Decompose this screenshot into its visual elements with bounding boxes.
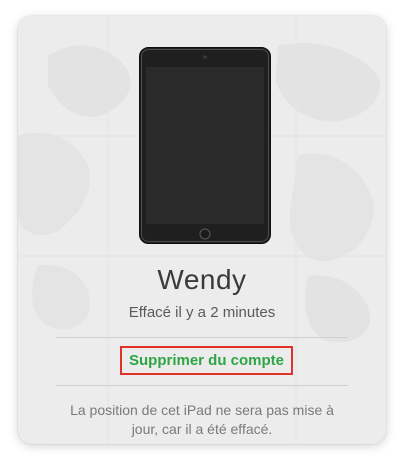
location-message: La position de cet iPad ne sera pas mise…: [48, 401, 356, 439]
device-info-card: Wendy Effacé il y a 2 minutes Supprimer …: [18, 16, 386, 444]
ipad-icon: [139, 47, 271, 244]
location-message-line-2: jour, car il a été effacé.: [131, 421, 273, 437]
divider: [56, 337, 348, 338]
remove-from-account-button[interactable]: Supprimer du compte: [120, 346, 293, 375]
divider: [56, 385, 348, 386]
device-status: Effacé il y a 2 minutes: [128, 304, 276, 321]
remove-from-account-label: Supprimer du compte: [128, 352, 285, 369]
device-name: Wendy: [157, 264, 247, 295]
location-message-line-1: La position de cet iPad ne sera pas mise…: [70, 402, 334, 418]
